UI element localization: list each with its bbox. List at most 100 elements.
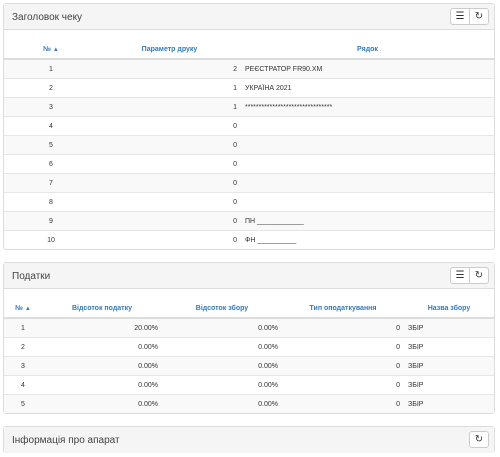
row-number: 8	[4, 192, 98, 212]
row-tax-percent: 0.00%	[42, 394, 162, 413]
row-tax-percent: 0.00%	[42, 356, 162, 376]
refresh-button[interactable]: ↻	[469, 431, 489, 448]
row-tax-type: 0	[282, 375, 404, 395]
column-header-fee-percent[interactable]: Відсоток збору	[162, 299, 282, 319]
row-tax-type: 0	[282, 317, 404, 338]
row-number: 4	[4, 116, 98, 136]
refresh-icon: ↻	[474, 270, 484, 281]
row-line-text: ********************************	[241, 97, 494, 117]
row-number: 1	[4, 58, 98, 79]
sort-asc-icon: ▲	[24, 305, 31, 312]
device-info-title: Інформація про апарат	[12, 435, 120, 446]
row-number: 4	[4, 375, 42, 395]
table-row[interactable]: 10 0 ФН __________	[4, 230, 494, 249]
row-line-text	[241, 192, 494, 212]
row-number: 5	[4, 135, 98, 155]
row-fee-percent: 0.00%	[162, 394, 282, 413]
column-header-fee-name[interactable]: Назва збору	[404, 299, 494, 319]
row-number: 2	[4, 78, 98, 98]
refresh-icon: ↻	[474, 434, 484, 445]
row-line-text	[241, 173, 494, 193]
row-fee-percent: 0.00%	[162, 317, 282, 338]
columns-list-button[interactable]: ☰	[450, 267, 470, 284]
table-row[interactable]: 3 1 ********************************	[4, 97, 494, 117]
row-tax-type: 0	[282, 394, 404, 413]
table-row[interactable]: 50	[4, 135, 494, 155]
row-fee-percent: 0.00%	[162, 375, 282, 395]
table-row[interactable]: 5 0.00% 0.00% 0 ЗБІР	[4, 394, 494, 413]
device-info-panel: Інформація про апарат ↻	[3, 426, 495, 453]
device-info-panel-heading: Інформація про апарат ↻	[4, 427, 494, 453]
row-number: 3	[4, 356, 42, 376]
row-number: 1	[4, 317, 42, 338]
column-header-tax-type[interactable]: Тип оподаткування	[282, 299, 404, 319]
row-line-text	[241, 154, 494, 174]
column-header-tax-percent[interactable]: Відсоток податку	[42, 299, 162, 319]
row-fee-percent: 0.00%	[162, 337, 282, 357]
column-header-line[interactable]: Рядок	[241, 40, 494, 60]
table-row[interactable]: 9 0 ПН ____________	[4, 211, 494, 231]
row-line-text	[241, 135, 494, 155]
row-fee-name: ЗБІР	[404, 337, 494, 357]
row-print-param: 0	[98, 192, 241, 212]
row-number: 5	[4, 394, 42, 413]
table-row[interactable]: 40	[4, 116, 494, 136]
table-row[interactable]: 80	[4, 192, 494, 212]
row-line-text: ФН __________	[241, 230, 494, 249]
column-header-print-param[interactable]: Параметр друку	[98, 40, 241, 60]
row-number: 9	[4, 211, 98, 231]
row-tax-percent: 0.00%	[42, 337, 162, 357]
row-fee-name: ЗБІР	[404, 356, 494, 376]
row-number: 2	[4, 337, 42, 357]
row-tax-percent: 20.00%	[42, 317, 162, 338]
row-number: 7	[4, 173, 98, 193]
list-icon: ☰	[455, 11, 465, 22]
refresh-button[interactable]: ↻	[469, 267, 489, 284]
column-header-number[interactable]: № ▲	[4, 299, 42, 319]
row-print-param: 0	[98, 135, 241, 155]
table-row[interactable]: 3 0.00% 0.00% 0 ЗБІР	[4, 356, 494, 376]
row-print-param: 2	[98, 58, 241, 79]
table-row[interactable]: 60	[4, 154, 494, 174]
table-row[interactable]: 1 2 РЕЄСТРАТОР FR90.XM	[4, 58, 494, 79]
row-line-text: ПН ____________	[241, 211, 494, 231]
row-tax-type: 0	[282, 337, 404, 357]
row-print-param: 0	[98, 230, 241, 249]
taxes-panel-heading: Податки ☰ ↻	[4, 263, 494, 289]
receipt-header-panel-heading: Заголовок чеку ☰ ↻	[4, 4, 494, 30]
row-number: 6	[4, 154, 98, 174]
row-line-text: УКРАЇНА 2021	[241, 78, 494, 98]
taxes-panel: Податки ☰ ↻ № ▲ Відсоток податку Відсото…	[3, 262, 495, 414]
row-fee-name: ЗБІР	[404, 375, 494, 395]
receipt-header-table: № ▲ Параметр друку Рядок 1 2 РЕЄСТРАТОР FR…	[4, 40, 494, 249]
row-tax-type: 0	[282, 356, 404, 376]
row-tax-percent: 0.00%	[42, 375, 162, 395]
sort-asc-icon: ▲	[52, 46, 59, 53]
table-row[interactable]: 2 0.00% 0.00% 0 ЗБІР	[4, 337, 494, 357]
row-print-param: 0	[98, 211, 241, 231]
refresh-button[interactable]: ↻	[469, 8, 489, 25]
table-row[interactable]: 2 1 УКРАЇНА 2021	[4, 78, 494, 98]
table-row[interactable]: 70	[4, 173, 494, 193]
receipt-header-panel: Заголовок чеку ☰ ↻ № ▲ Параметр друку Ря…	[3, 3, 495, 250]
columns-list-button[interactable]: ☰	[450, 8, 470, 25]
taxes-title: Податки	[12, 271, 51, 282]
row-fee-name: ЗБІР	[404, 317, 494, 338]
row-line-text	[241, 116, 494, 136]
list-icon: ☰	[455, 270, 465, 281]
table-row[interactable]: 4 0.00% 0.00% 0 ЗБІР	[4, 375, 494, 395]
taxes-table: № ▲ Відсоток податку Відсоток збору Тип …	[4, 299, 494, 413]
receipt-header-title: Заголовок чеку	[12, 12, 83, 23]
row-print-param: 1	[98, 78, 241, 98]
table-row[interactable]: 1 20.00% 0.00% 0 ЗБІР	[4, 317, 494, 338]
row-print-param: 0	[98, 173, 241, 193]
row-print-param: 0	[98, 116, 241, 136]
column-header-number[interactable]: № ▲	[4, 40, 98, 60]
row-number: 10	[4, 230, 98, 249]
row-fee-name: ЗБІР	[404, 394, 494, 413]
refresh-icon: ↻	[474, 11, 484, 22]
row-fee-percent: 0.00%	[162, 356, 282, 376]
row-print-param: 0	[98, 154, 241, 174]
row-print-param: 1	[98, 97, 241, 117]
row-line-text: РЕЄСТРАТОР FR90.XM	[241, 58, 494, 79]
